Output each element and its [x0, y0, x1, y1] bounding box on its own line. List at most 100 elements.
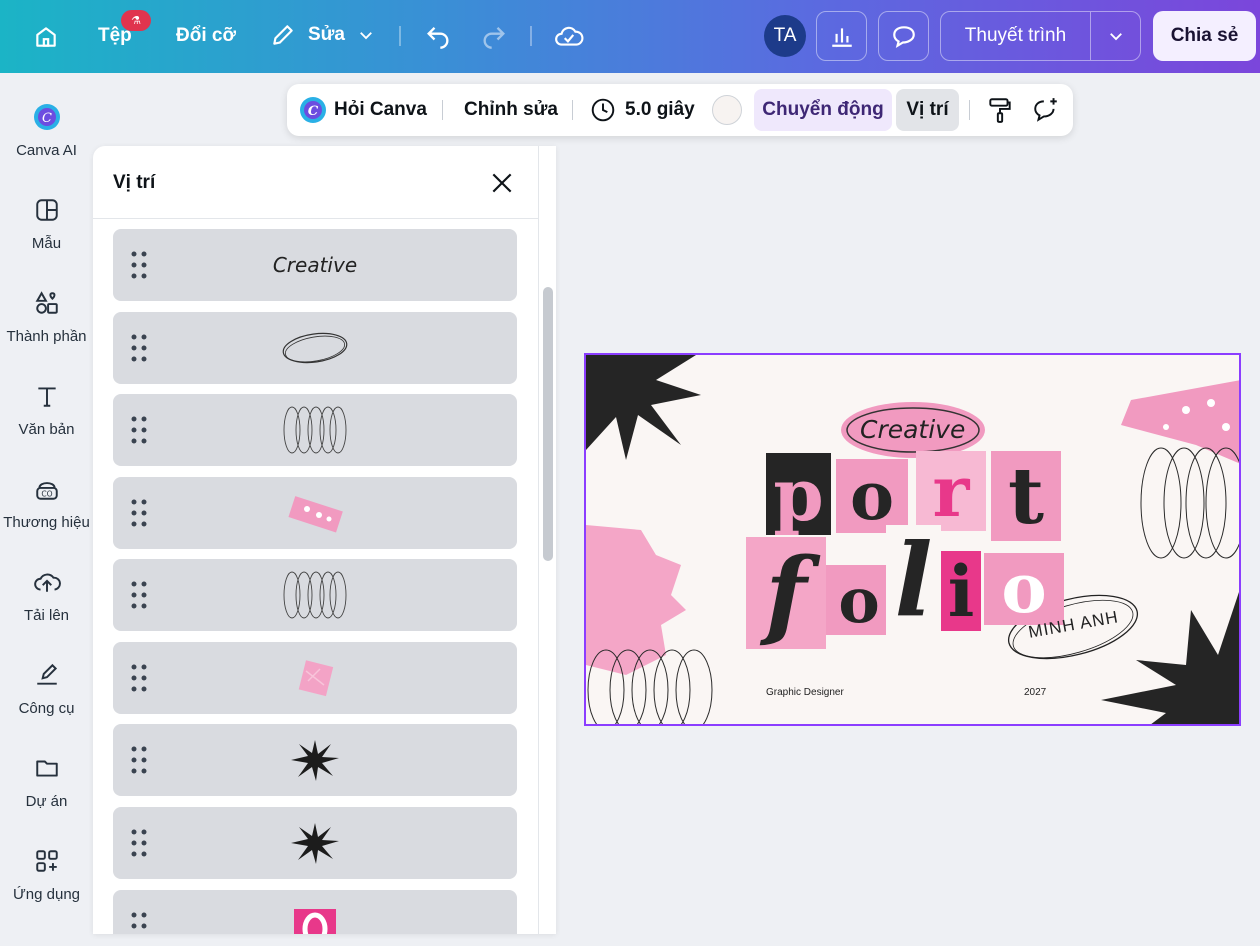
layer-item-pink-tape[interactable]: [113, 477, 517, 549]
home-button[interactable]: [33, 24, 59, 50]
position-button[interactable]: Vị trí: [896, 89, 959, 131]
divider: [572, 100, 573, 120]
share-label: Chia sẻ: [1170, 25, 1239, 46]
layer-item-pink-letter[interactable]: [113, 890, 517, 934]
left-rail: C Canva AI Mẫu Thành phần Văn bản CO Thư…: [0, 73, 93, 946]
rail-item-uploads[interactable]: Tải lên: [0, 567, 93, 624]
rail-item-brand[interactable]: CO Thương hiệu: [0, 474, 93, 531]
letter-tile[interactable]: o: [826, 564, 892, 637]
share-button[interactable]: Chia sẻ: [1153, 11, 1256, 61]
rail-item-templates[interactable]: Mẫu: [0, 195, 93, 252]
rail-item-projects[interactable]: Dự án: [0, 753, 93, 810]
rail-item-label: Công cụ: [18, 700, 75, 717]
letter-tile[interactable]: p: [766, 452, 831, 537]
comments-button[interactable]: [878, 11, 929, 61]
drag-handle-icon[interactable]: [131, 251, 147, 279]
rings-thumbnail: [255, 400, 375, 460]
panel-scroll-thumb[interactable]: [543, 287, 553, 561]
canva-ai-icon: C: [300, 97, 326, 123]
letter-tile[interactable]: f: [746, 537, 826, 650]
rail-item-label: Canva AI: [16, 142, 77, 159]
edit-image-button[interactable]: Chỉnh sửa: [464, 84, 558, 136]
paint-roller-icon: [989, 98, 1011, 123]
letter-tile[interactable]: o: [984, 549, 1064, 629]
rings-thumbnail: [255, 565, 375, 625]
pink-stamp-thumbnail: [255, 648, 375, 708]
rail-item-label: Thương hiệu: [3, 514, 90, 531]
layer-item-rings[interactable]: [113, 559, 517, 631]
bar-chart-icon: [831, 28, 852, 47]
animate-button[interactable]: Chuyển động: [754, 89, 892, 131]
redo-icon: [483, 27, 505, 49]
cloud-check-icon: [555, 26, 584, 46]
letter-tile[interactable]: r: [916, 450, 986, 533]
layer-item-creative-text[interactable]: Creative: [113, 229, 517, 301]
folder-icon: [32, 753, 62, 783]
duration-button[interactable]: 5.0 giây: [590, 84, 695, 136]
close-panel-button[interactable]: [489, 170, 515, 196]
cloud-upload-icon: [32, 567, 62, 597]
comment-plus-icon: [1034, 98, 1057, 122]
layer-item-rings[interactable]: [113, 394, 517, 466]
save-status-button[interactable]: [554, 22, 584, 50]
letter-tile[interactable]: t: [991, 451, 1061, 542]
drag-handle-icon[interactable]: [131, 499, 147, 527]
layer-item-starburst[interactable]: [113, 807, 517, 879]
panel-title: Vị trí: [113, 172, 156, 193]
pink-tape-thumbnail: [255, 483, 375, 543]
panel-header: Vị trí: [93, 146, 538, 219]
svg-text:C: C: [308, 104, 319, 119]
copy-style-button[interactable]: [987, 84, 1013, 136]
layer-item-starburst[interactable]: [113, 724, 517, 796]
text-icon: [32, 381, 62, 411]
chevron-down-icon: [360, 32, 372, 40]
rail-item-canva-ai[interactable]: C Canva AI: [0, 102, 93, 159]
insights-button[interactable]: [816, 11, 867, 61]
resize-button[interactable]: Đổi cỡ: [176, 25, 236, 47]
layer-item-pink-stamp[interactable]: [113, 642, 517, 714]
drag-handle-icon[interactable]: [131, 746, 147, 774]
drag-handle-icon[interactable]: [131, 912, 147, 934]
starburst-thumbnail: [255, 813, 375, 873]
creative-text[interactable]: Creative: [860, 415, 965, 444]
layer-item-ellipse[interactable]: [113, 312, 517, 384]
undo-icon: [427, 27, 449, 49]
rail-item-apps[interactable]: Ứng dụng: [0, 846, 93, 903]
rail-item-label: Văn bản: [18, 421, 75, 438]
role-text[interactable]: Graphic Designer: [766, 687, 844, 698]
pencil-icon: [273, 25, 293, 45]
avatar[interactable]: TA: [764, 15, 806, 57]
drag-handle-icon[interactable]: [131, 416, 147, 444]
drag-handle-icon[interactable]: [131, 581, 147, 609]
ask-canva-button[interactable]: C Hỏi Canva: [299, 84, 427, 136]
design-page[interactable]: Creative p o r t f o l i o MINH ANH Grap…: [584, 353, 1241, 726]
drag-handle-icon[interactable]: [131, 664, 147, 692]
starburst-shape: [1101, 592, 1239, 724]
svg-text:CO: CO: [41, 490, 52, 499]
rail-item-text[interactable]: Văn bản: [0, 381, 93, 438]
canva-ai-icon: C: [32, 102, 62, 132]
rail-item-label: Ứng dụng: [12, 886, 81, 903]
background-color-button[interactable]: [712, 84, 742, 136]
redo-button[interactable]: [480, 22, 508, 50]
rail-item-label: Mẫu: [31, 235, 62, 252]
rail-item-tools[interactable]: Công cụ: [0, 660, 93, 717]
avatar-initials: TA: [773, 25, 797, 46]
present-button[interactable]: Thuyết trình: [940, 11, 1141, 61]
rail-item-label: Dự án: [25, 793, 68, 810]
undo-button[interactable]: [424, 22, 452, 50]
add-comment-button[interactable]: [1032, 84, 1060, 136]
edit-label: Chỉnh sửa: [464, 99, 558, 120]
drag-handle-icon[interactable]: [131, 829, 147, 857]
edit-menu[interactable]: Sửa: [270, 22, 375, 48]
chevron-down-icon: [1109, 33, 1122, 41]
color-swatch: [712, 95, 742, 125]
rail-item-elements[interactable]: Thành phần: [0, 288, 93, 345]
letter-tile[interactable]: i: [941, 550, 981, 633]
year-text[interactable]: 2027: [1024, 687, 1046, 698]
present-options-button[interactable]: [1091, 12, 1140, 60]
clock-icon: [591, 98, 615, 122]
drag-handle-icon[interactable]: [131, 334, 147, 362]
rings-shape: [1140, 447, 1239, 559]
letter-tile[interactable]: l: [886, 521, 941, 639]
